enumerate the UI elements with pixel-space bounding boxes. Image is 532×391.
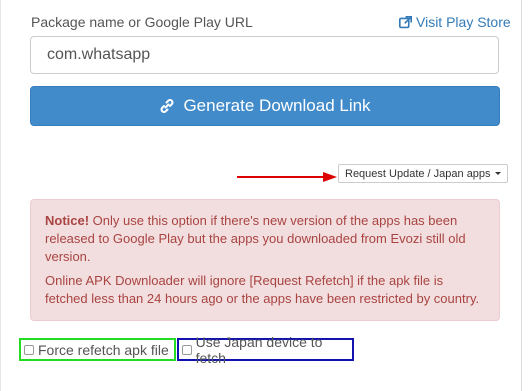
request-update-dropdown[interactable]: Request Update / Japan apps <box>338 164 508 183</box>
notice-title: Notice! <box>45 213 90 228</box>
japan-device-checkbox[interactable] <box>182 344 192 355</box>
red-arrow-annotation <box>237 172 337 182</box>
external-link-icon <box>399 15 412 28</box>
dropdown-label: Request Update / Japan apps <box>345 167 491 180</box>
notice-alert: Notice! Only use this option if there's … <box>30 199 500 321</box>
force-refetch-label: Force refetch apk file <box>38 341 169 358</box>
force-refetch-checkbox[interactable] <box>24 344 34 355</box>
caret-down-icon <box>494 172 501 175</box>
package-input[interactable] <box>30 36 499 74</box>
force-refetch-option[interactable]: Force refetch apk file <box>19 338 176 361</box>
japan-device-option[interactable]: Use Japan device to fetch <box>177 334 354 366</box>
package-label: Package name or Google Play URL <box>31 14 253 30</box>
visit-play-store-link[interactable]: Visit Play Store <box>399 14 511 30</box>
link-icon <box>160 99 174 113</box>
japan-device-label: Use Japan device to fetch <box>195 333 323 366</box>
notice-paragraph-2: Online APK Downloader will ignore [Reque… <box>45 273 480 306</box>
notice-text-1: Only use this option if there's new vers… <box>45 213 466 264</box>
download-panel: Package name or Google Play URL Visit Pl… <box>0 0 522 391</box>
notice-paragraph-1: Notice! Only use this option if there's … <box>45 212 485 266</box>
visit-link-label: Visit Play Store <box>416 14 511 30</box>
generate-button-label: Generate Download Link <box>183 96 371 115</box>
generate-download-link-button[interactable]: Generate Download Link <box>30 86 500 126</box>
